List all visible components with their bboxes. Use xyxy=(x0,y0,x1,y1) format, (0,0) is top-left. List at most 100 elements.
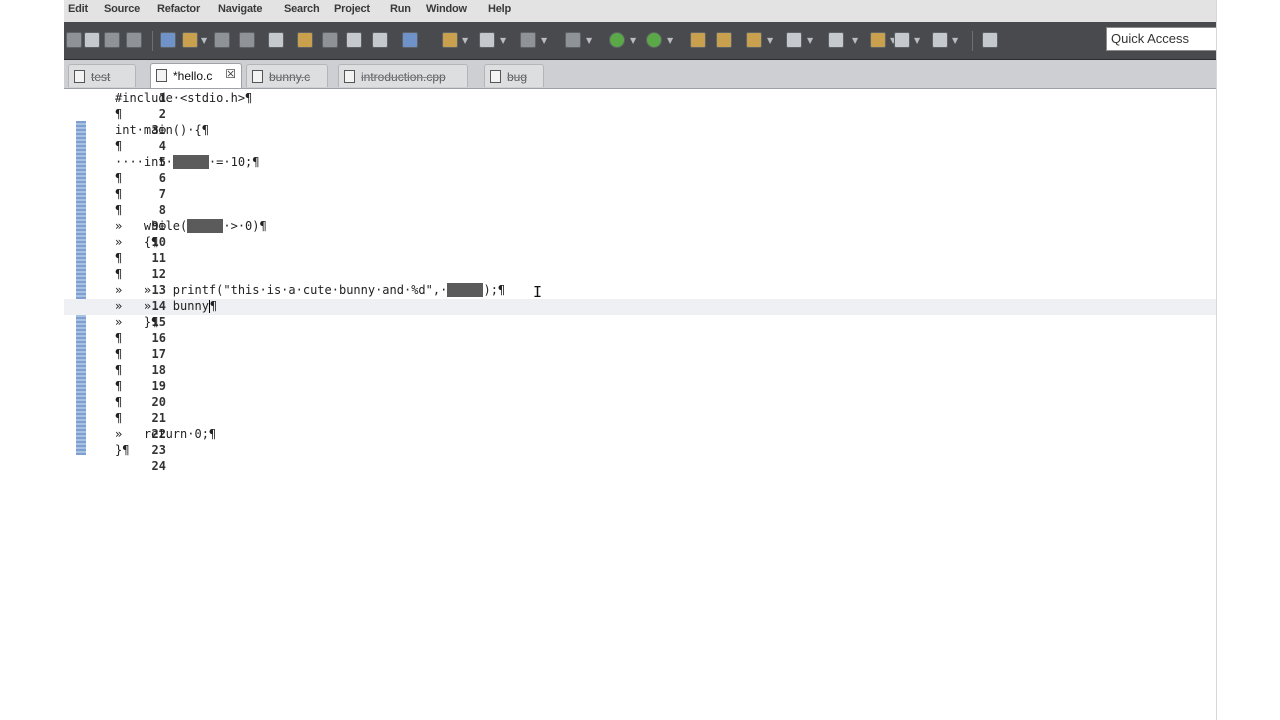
new-class-icon[interactable] xyxy=(690,32,706,48)
tab-label: test xyxy=(91,70,111,84)
chevron-down-icon[interactable]: ▼ xyxy=(852,36,858,45)
menu-run[interactable]: Run xyxy=(390,3,411,15)
menu-window[interactable]: Window xyxy=(426,3,467,15)
code-line[interactable]: 6 ¶ xyxy=(64,171,1216,187)
window-icon[interactable] xyxy=(346,32,362,48)
close-icon[interactable]: ☒ xyxy=(225,67,236,81)
toolbar: ▼ ▼ ▼ ▼ ▼ ▼ ▼ ▼ ▼ ▼ ▼ ▼ ▼ xyxy=(64,22,1216,60)
chevron-down-icon[interactable]: ▼ xyxy=(462,36,468,45)
c-file-icon xyxy=(490,70,501,83)
code-line[interactable]: 11 ¶ xyxy=(64,251,1216,267)
menu-refactor[interactable]: Refactor xyxy=(157,3,200,15)
code-line[interactable]: 4 ¶ xyxy=(64,139,1216,155)
tab-label: bunny.c xyxy=(269,70,311,84)
print-icon[interactable] xyxy=(104,32,120,48)
menu-help[interactable]: Help xyxy=(488,3,511,15)
chevron-down-icon[interactable]: ▼ xyxy=(807,36,813,45)
tab-label: *hello.c xyxy=(173,69,213,83)
code-line[interactable]: 13» » printf("this·is·a·cute·bunny·and·%… xyxy=(64,283,1216,299)
menu-bar: Edit Source Refactor Navigate Search Pro… xyxy=(64,0,1216,23)
code-line[interactable]: 17 ¶ xyxy=(64,347,1216,363)
chevron-down-icon[interactable]: ▼ xyxy=(767,36,773,45)
run-icon[interactable] xyxy=(609,32,625,48)
left-margin xyxy=(0,0,65,720)
tab-hello-c[interactable]: *hello.c ☒ xyxy=(150,63,242,88)
c-file-icon xyxy=(74,70,85,83)
quick-access-input[interactable]: Quick Access xyxy=(1106,27,1216,51)
tab-test[interactable]: test xyxy=(68,64,136,87)
chevron-down-icon[interactable]: ▼ xyxy=(914,36,920,45)
gear-icon[interactable] xyxy=(565,32,581,48)
save-all-icon[interactable] xyxy=(126,32,142,48)
editor-tab-bar: test *hello.c ☒ bunny.c introduction.cpp… xyxy=(64,60,1216,89)
code-line[interactable]: 2 ¶ xyxy=(64,107,1216,123)
forward-icon[interactable] xyxy=(932,32,948,48)
file-icon[interactable] xyxy=(214,32,230,48)
code-line[interactable]: 9⊖» while(bunny·>·0)¶ xyxy=(64,219,1216,235)
c-file-icon xyxy=(156,69,167,82)
open-type-icon[interactable] xyxy=(442,32,458,48)
perspective-icon[interactable] xyxy=(402,32,418,48)
toolbar-separator xyxy=(152,31,153,51)
perspective-c-icon[interactable] xyxy=(982,32,998,48)
right-margin xyxy=(1216,0,1280,720)
new-icon[interactable] xyxy=(66,32,82,48)
toolbar-separator xyxy=(972,31,973,51)
code-line[interactable]: 21 ¶ xyxy=(64,411,1216,427)
tab-label: bug xyxy=(507,70,528,84)
format-icon[interactable] xyxy=(372,32,388,48)
code-line[interactable]: 20 ¶ xyxy=(64,395,1216,411)
tab-bunny-c[interactable]: bunny.c xyxy=(246,64,328,87)
code-line[interactable]: 5 ····int·bunny·=·10;¶ xyxy=(64,155,1216,171)
code-line[interactable]: 12 ¶ xyxy=(64,267,1216,283)
code-line[interactable]: 23}¶ xyxy=(64,443,1216,459)
current-code-line[interactable]: 14» » bunny¶ xyxy=(64,299,1216,315)
code-line[interactable]: 8 ¶ xyxy=(64,203,1216,219)
code-line[interactable]: 3⊖ int·main()·{¶ xyxy=(64,123,1216,139)
code-line[interactable]: 7 ¶ xyxy=(64,187,1216,203)
tab-introduction-cpp[interactable]: introduction.cpp xyxy=(338,64,468,87)
occurrence-highlight: bunny xyxy=(172,155,209,169)
run-external-icon[interactable] xyxy=(646,32,662,48)
code-line[interactable]: 22» return·0;¶ xyxy=(64,427,1216,443)
settings-icon[interactable] xyxy=(520,32,536,48)
code-line[interactable]: 16 ¶ xyxy=(64,331,1216,347)
chevron-down-icon[interactable]: ▼ xyxy=(500,36,506,45)
code-line[interactable]: 10» {¶ xyxy=(64,235,1216,251)
chevron-down-icon[interactable]: ▼ xyxy=(201,36,207,45)
code-line[interactable]: 24 xyxy=(64,459,1216,475)
debug-icon[interactable] xyxy=(160,32,176,48)
chevron-down-icon[interactable]: ▼ xyxy=(541,36,547,45)
new-folder-icon[interactable] xyxy=(716,32,732,48)
menu-search[interactable]: Search xyxy=(284,3,320,15)
task-icon[interactable] xyxy=(479,32,495,48)
code-line[interactable]: 15» }¶ xyxy=(64,315,1216,331)
c-file-icon xyxy=(344,70,355,83)
pencil-icon[interactable] xyxy=(297,32,313,48)
menu-navigate[interactable]: Navigate xyxy=(218,3,262,15)
menu-project[interactable]: Project xyxy=(334,3,370,15)
c-file-icon xyxy=(252,70,263,83)
code-line[interactable]: 19 ¶ xyxy=(64,379,1216,395)
tab-bug[interactable]: bug xyxy=(484,64,544,87)
code-line[interactable]: 1 #include·<stdio.h>¶ xyxy=(64,91,1216,107)
chevron-down-icon[interactable]: ▼ xyxy=(667,36,673,45)
chevron-down-icon[interactable]: ▼ xyxy=(952,36,958,45)
search-icon[interactable] xyxy=(268,32,284,48)
refresh-icon[interactable] xyxy=(322,32,338,48)
back-icon[interactable] xyxy=(894,32,910,48)
annotation-icon[interactable] xyxy=(746,32,762,48)
pin-icon[interactable] xyxy=(786,32,802,48)
last-edit-icon[interactable] xyxy=(870,32,886,48)
tab-label: introduction.cpp xyxy=(361,70,446,84)
menu-source[interactable]: Source xyxy=(104,3,140,15)
clipboard-icon[interactable] xyxy=(239,32,255,48)
chevron-down-icon[interactable]: ▼ xyxy=(630,36,636,45)
code-line[interactable]: 18 ¶ xyxy=(64,363,1216,379)
occurrence-highlight: bunny xyxy=(187,219,224,233)
build-icon[interactable] xyxy=(182,32,198,48)
next-annotation-icon[interactable] xyxy=(828,32,844,48)
menu-edit[interactable]: Edit xyxy=(68,3,88,15)
chevron-down-icon[interactable]: ▼ xyxy=(586,36,592,45)
save-icon[interactable] xyxy=(84,32,100,48)
